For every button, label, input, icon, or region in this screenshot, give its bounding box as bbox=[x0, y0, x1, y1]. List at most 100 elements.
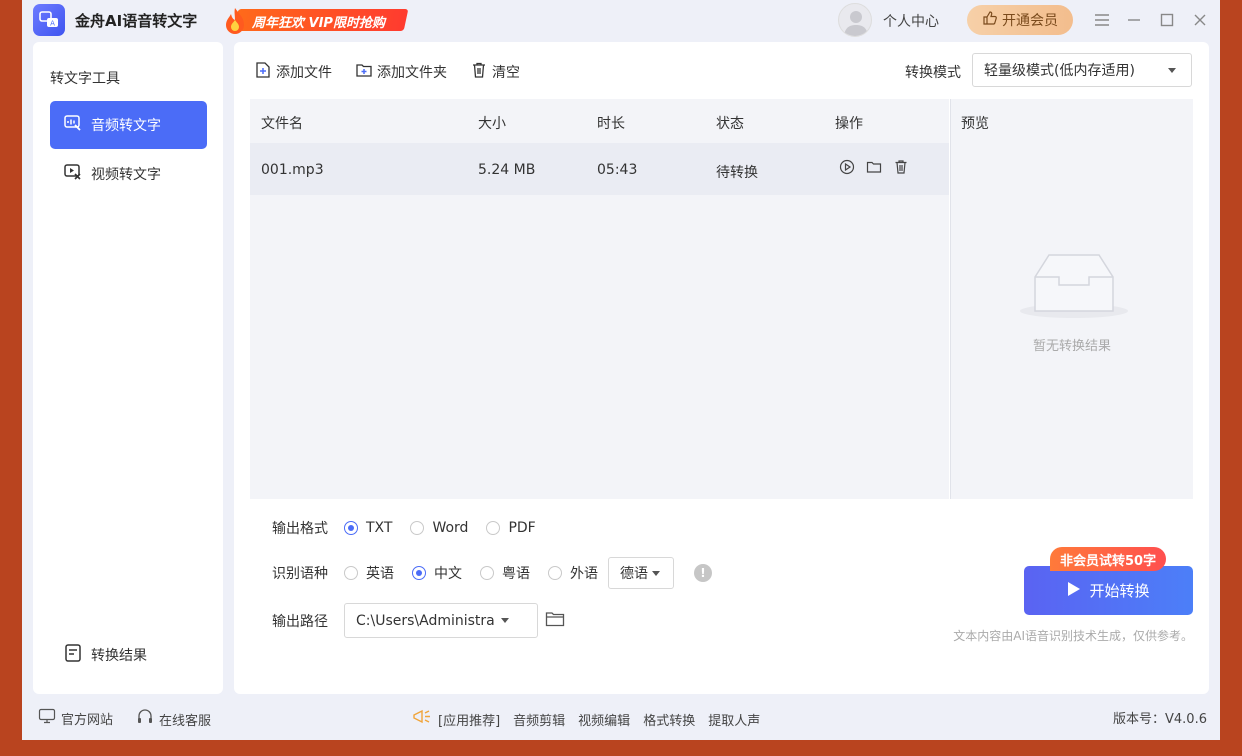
radio-selected bbox=[412, 566, 426, 580]
mode-select-value: 轻量级模式(低内存适用) bbox=[984, 63, 1135, 79]
sidebar-item-label: 音频转文字 bbox=[91, 118, 161, 134]
column-header-size: 大小 bbox=[478, 116, 506, 132]
radio-label: 中文 bbox=[434, 566, 462, 582]
trial-badge: 非会员试转50字 bbox=[1050, 547, 1167, 571]
app-title: 金舟AI语音转文字 bbox=[75, 12, 198, 30]
minimize-icon[interactable] bbox=[1123, 9, 1145, 31]
app-link-vocal-extract[interactable]: 提取人声 bbox=[708, 710, 760, 729]
cell-status: 待转换 bbox=[716, 165, 758, 181]
promo-banner[interactable]: 周年狂欢 VIP限时抢购 bbox=[222, 6, 409, 34]
audio-text-icon bbox=[63, 113, 83, 137]
chevron-down-icon bbox=[1168, 68, 1176, 73]
avatar[interactable] bbox=[838, 3, 872, 37]
clear-button[interactable]: 清空 bbox=[470, 61, 520, 83]
file-table: 文件名 大小 时长 状态 操作 001.mp3 5.24 MB 05:43 待转… bbox=[250, 99, 949, 499]
radio-unselected bbox=[486, 521, 501, 535]
format-radio-pdf[interactable]: PDF bbox=[486, 520, 536, 536]
column-header-status: 状态 bbox=[716, 116, 744, 132]
sidebar-item-audio-to-text[interactable]: 音频转文字 bbox=[50, 101, 207, 149]
menu-icon[interactable] bbox=[1091, 9, 1113, 31]
lang-radio-cantonese[interactable]: 粤语 bbox=[480, 563, 530, 583]
output-format-label: 输出格式 bbox=[272, 521, 328, 537]
mode-label: 转换模式 bbox=[905, 65, 961, 81]
radio-label: 粤语 bbox=[502, 566, 530, 582]
format-radio-txt[interactable]: TXT bbox=[344, 520, 392, 536]
user-center-link[interactable]: 个人中心 bbox=[883, 11, 939, 31]
start-button-label: 开始转换 bbox=[1089, 582, 1150, 600]
add-folder-label: 添加文件夹 bbox=[377, 65, 447, 81]
radio-label: 英语 bbox=[366, 566, 394, 582]
add-folder-icon bbox=[355, 61, 373, 83]
start-conversion-button[interactable]: 开始转换 bbox=[1024, 566, 1193, 615]
sidebar-item-label: 视频转文字 bbox=[91, 167, 161, 183]
document-icon bbox=[63, 643, 83, 667]
column-header-actions: 操作 bbox=[835, 116, 863, 132]
app-link-video-edit[interactable]: 视频编辑 bbox=[578, 710, 630, 729]
add-folder-button[interactable]: 添加文件夹 bbox=[355, 61, 447, 83]
add-file-button[interactable]: 添加文件 bbox=[254, 61, 332, 83]
language-label: 识别语种 bbox=[272, 566, 328, 582]
video-text-icon bbox=[63, 162, 83, 186]
info-icon[interactable]: ! bbox=[694, 564, 712, 582]
language-row: 识别语种 英语 中文 粤语 外语 德语 ! bbox=[272, 557, 712, 589]
promo-text: 周年狂欢 VIP限时抢购 bbox=[252, 16, 385, 31]
clear-label: 清空 bbox=[492, 65, 520, 81]
add-file-label: 添加文件 bbox=[276, 65, 332, 81]
vip-button-label: 开通会员 bbox=[1002, 13, 1058, 29]
output-path-value: C:\Users\Administra bbox=[356, 612, 495, 629]
svg-text:A: A bbox=[50, 20, 55, 28]
thumb-up-icon bbox=[982, 10, 998, 30]
vip-button[interactable]: 开通会员 bbox=[967, 5, 1073, 35]
mode-select[interactable]: 轻量级模式(低内存适用) bbox=[972, 53, 1192, 87]
lang-radio-english[interactable]: 英语 bbox=[344, 563, 394, 583]
sidebar: 转文字工具 音频转文字 视频转文字 转换结果 bbox=[33, 42, 223, 694]
disclaimer-text: 文本内容由AI语音识别技术生成，仅供参考。 bbox=[953, 629, 1193, 643]
output-path-select[interactable]: C:\Users\Administra bbox=[344, 603, 538, 638]
lang-radio-chinese[interactable]: 中文 bbox=[412, 563, 462, 583]
title-bar: A 金舟AI语音转文字 周年狂欢 VIP限时抢购 个人中心 开通会员 bbox=[22, 0, 1220, 40]
official-website-link[interactable]: 官方网站 bbox=[38, 708, 113, 728]
app-link-format-convert[interactable]: 格式转换 bbox=[643, 710, 695, 729]
output-path-row: 输出路径 C:\Users\Administra bbox=[272, 603, 565, 638]
radio-label: PDF bbox=[508, 520, 536, 536]
table-row[interactable]: 001.mp3 5.24 MB 05:43 待转换 bbox=[250, 143, 949, 195]
delete-icon[interactable] bbox=[892, 158, 910, 176]
main-panel: 添加文件 添加文件夹 清空 转换模式 轻量级模式(低内存适用) 文件名 大小 时… bbox=[234, 42, 1209, 694]
folder-icon[interactable] bbox=[865, 158, 883, 176]
app-link-audio-edit[interactable]: 音频剪辑 bbox=[513, 710, 565, 729]
foreign-language-value: 德语 bbox=[620, 566, 648, 582]
conversion-results-link[interactable]: 转换结果 bbox=[63, 643, 147, 667]
online-support-label: 在线客服 bbox=[159, 713, 212, 729]
maximize-icon[interactable] bbox=[1156, 9, 1178, 31]
folder-open-icon[interactable] bbox=[545, 610, 565, 632]
monitor-icon bbox=[38, 708, 56, 728]
headset-icon bbox=[136, 708, 154, 730]
chevron-down-icon bbox=[500, 618, 509, 623]
column-header-duration: 时长 bbox=[597, 116, 625, 132]
conversion-results-label: 转换结果 bbox=[91, 648, 147, 664]
app-logo-icon: A bbox=[33, 4, 65, 36]
radio-label: TXT bbox=[366, 520, 393, 536]
trash-icon bbox=[470, 61, 488, 83]
chevron-down-icon bbox=[652, 570, 660, 576]
format-radio-word[interactable]: Word bbox=[410, 520, 468, 536]
radio-unselected bbox=[480, 566, 494, 580]
output-format-row: 输出格式 TXT Word PDF bbox=[272, 518, 554, 538]
radio-selected bbox=[344, 521, 358, 535]
sidebar-title: 转文字工具 bbox=[50, 71, 120, 87]
footer: 官方网站 在线客服 [应用推荐] 音频剪辑 视频编辑 格式转换 提取人声 版本号… bbox=[22, 702, 1220, 732]
lang-radio-foreign[interactable]: 外语 bbox=[548, 563, 598, 583]
output-path-label: 输出路径 bbox=[272, 613, 328, 630]
app-recommend-label: [应用推荐] bbox=[438, 713, 501, 729]
sidebar-item-video-to-text[interactable]: 视频转文字 bbox=[50, 150, 207, 198]
radio-unselected bbox=[410, 521, 425, 535]
empty-preview-text: 暂无转换结果 bbox=[1032, 339, 1111, 354]
foreign-language-select[interactable]: 德语 bbox=[608, 557, 674, 589]
version-text: 版本号：V4.0.6 bbox=[1113, 712, 1207, 727]
empty-inbox-icon bbox=[1019, 249, 1129, 323]
version-label: 版本号：V4.0.6 bbox=[1113, 708, 1207, 727]
play-icon[interactable] bbox=[838, 158, 856, 176]
row-actions bbox=[838, 158, 910, 176]
online-support-link[interactable]: 在线客服 bbox=[136, 708, 211, 730]
close-icon[interactable] bbox=[1189, 9, 1211, 31]
